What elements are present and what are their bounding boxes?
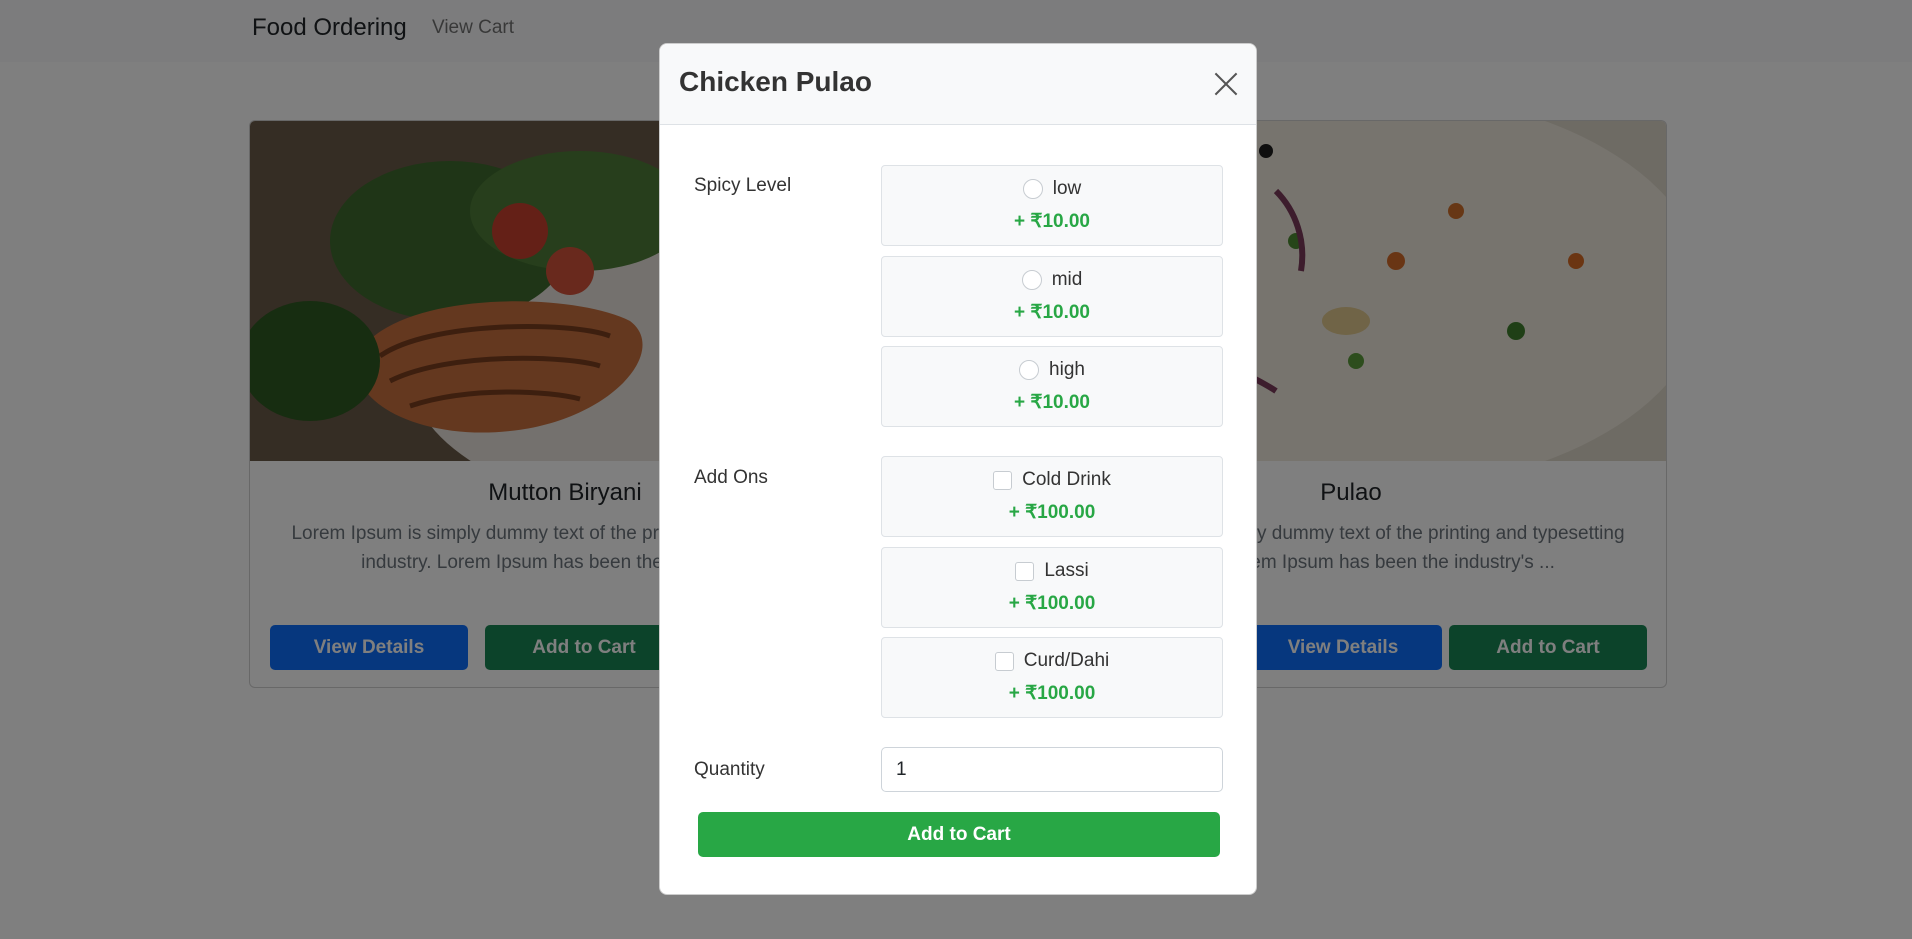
option-label: mid [1051, 269, 1083, 290]
spicy-option-mid[interactable]: mid + ₹10.00 [881, 256, 1223, 337]
checkbox[interactable] [1015, 561, 1035, 581]
modal-add-to-cart-button[interactable]: Add to Cart [698, 812, 1220, 857]
modal-title: Chicken Pulao [679, 66, 872, 97]
option-price: + ₹100.00 [1008, 502, 1096, 523]
quantity-input[interactable] [881, 747, 1223, 792]
spicy-option-high[interactable]: high + ₹10.00 [881, 346, 1223, 427]
radio-button[interactable] [1019, 360, 1040, 380]
option-label: Cold Drink [1022, 469, 1111, 490]
spicy-option-low[interactable]: low + ₹10.00 [881, 165, 1223, 246]
addon-option-lassi[interactable]: Lassi + ₹100.00 [881, 547, 1223, 628]
modal-header: Chicken Pulao [660, 44, 1256, 125]
option-price: + ₹10.00 [1013, 302, 1090, 323]
radio-button[interactable] [1022, 179, 1043, 199]
add-ons-label: Add Ons [694, 467, 768, 488]
quantity-label: Quantity [694, 759, 765, 780]
option-label: low [1052, 178, 1082, 199]
checkbox[interactable] [993, 470, 1013, 490]
option-price: + ₹10.00 [1013, 392, 1090, 413]
option-label: Lassi [1044, 560, 1089, 581]
option-label: Curd/Dahi [1023, 650, 1110, 671]
addon-option-cold-drink[interactable]: Cold Drink + ₹100.00 [881, 456, 1223, 537]
product-modal: Chicken Pulao Spicy Level low + ₹10.00 m… [659, 43, 1257, 895]
spicy-level-label: Spicy Level [694, 175, 792, 196]
option-label: high [1049, 359, 1085, 380]
radio-button[interactable] [1021, 270, 1042, 290]
close-icon[interactable] [1212, 70, 1240, 98]
option-price: + ₹100.00 [1008, 593, 1096, 614]
checkbox[interactable] [994, 651, 1014, 671]
option-price: + ₹10.00 [1013, 211, 1090, 232]
addon-option-curd[interactable]: Curd/Dahi + ₹100.00 [881, 637, 1223, 718]
option-price: + ₹100.00 [1008, 683, 1096, 704]
